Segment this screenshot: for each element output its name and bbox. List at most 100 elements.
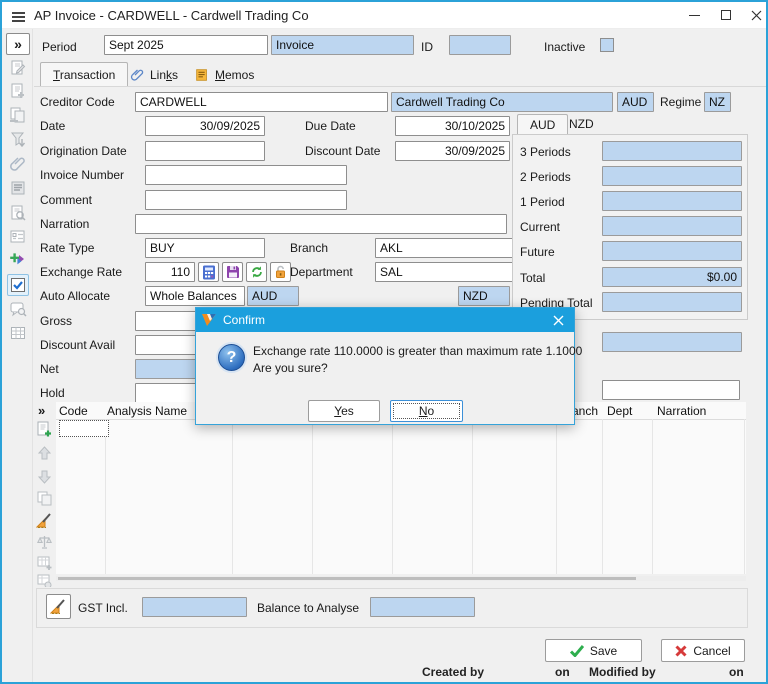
dialog-close-icon[interactable] (553, 315, 564, 326)
discount-date-label: Discount Date (305, 144, 381, 158)
periods-2-field (602, 166, 742, 186)
minimize-button[interactable] (680, 2, 708, 28)
origination-date-input[interactable] (145, 141, 265, 161)
analysis-grid[interactable]: Code Analysis Name Branch Dept Narration (56, 402, 746, 574)
department-input[interactable] (375, 262, 530, 282)
calculator-button[interactable] (198, 262, 219, 282)
due-date-label: Due Date (305, 119, 356, 133)
analyse-edit-icon (50, 599, 65, 614)
memo-icon[interactable] (9, 179, 27, 197)
grid-column-code[interactable]: Code (59, 404, 88, 418)
creditor-code-label: Creditor Code (40, 95, 115, 109)
discount-avail-nzd-field (602, 332, 742, 352)
arrow-down-icon (37, 470, 52, 484)
creditor-name-field: Cardwell Trading Co (391, 92, 613, 112)
date-label: Date (40, 119, 66, 133)
save-button[interactable]: Save (545, 639, 642, 662)
inactive-checkbox[interactable] (600, 38, 614, 52)
rate-type-label: Rate Type (40, 241, 95, 255)
periods-row-label: Current (520, 220, 561, 234)
tab-links[interactable]: Links (130, 65, 178, 85)
regime-label: Regime (660, 95, 702, 109)
yes-button-label: Yes (334, 404, 354, 418)
narration-input[interactable] (135, 214, 507, 234)
balance-scales-button[interactable] (36, 534, 53, 551)
add-table-button[interactable] (36, 555, 53, 572)
currency-field: AUD (617, 92, 654, 112)
tab-transaction[interactable]: Transaction (40, 62, 129, 87)
cancel-button[interactable]: Cancel (661, 639, 745, 662)
created-on-label: on (555, 665, 570, 679)
yes-button[interactable]: Yes (308, 400, 380, 422)
grid-column-analysis-name[interactable]: Analysis Name (107, 404, 187, 418)
copy-document-icon[interactable] (9, 106, 27, 124)
edit-document-icon[interactable] (9, 59, 27, 77)
title-bar: AP Invoice - CARDWELL - Cardwell Trading… (2, 2, 766, 29)
paperclip-icon[interactable] (9, 155, 27, 173)
sidebar-expand-button[interactable]: » (6, 33, 30, 55)
periods-tab-aud[interactable]: AUD (517, 114, 569, 135)
x-icon (675, 644, 687, 657)
grid-column-narration[interactable]: Narration (657, 404, 706, 418)
hold-label: Hold (40, 386, 65, 400)
maximize-button[interactable] (712, 2, 740, 28)
discount-date-input[interactable] (395, 141, 510, 161)
add-row-button[interactable] (36, 421, 53, 438)
auto-allocate-icon[interactable] (9, 251, 27, 269)
copy-row-button[interactable] (36, 490, 53, 507)
periods-1-field (602, 191, 742, 211)
question-icon: ? (218, 344, 245, 371)
save-rate-button[interactable] (222, 262, 243, 282)
window-title: AP Invoice - CARDWELL - Cardwell Trading… (34, 8, 309, 23)
exchange-rate-input[interactable] (145, 262, 195, 282)
sidebar-toolbar: » (2, 29, 33, 682)
rate-type-input[interactable] (145, 238, 265, 258)
grid-horizontal-scrollbar[interactable] (56, 576, 746, 581)
creditor-code-input[interactable] (135, 92, 388, 112)
filter-icon[interactable] (9, 130, 27, 148)
narration-label: Narration (40, 217, 90, 231)
add-document-icon[interactable] (9, 82, 27, 100)
move-up-button[interactable] (36, 445, 53, 462)
date-input[interactable] (145, 116, 265, 136)
grid-expand-button[interactable]: » (38, 403, 45, 418)
nzd-column-header: NZD (458, 286, 510, 306)
preview-document-icon[interactable] (9, 204, 27, 222)
close-button[interactable] (742, 2, 768, 28)
tab-transaction-label: Transaction (53, 68, 116, 82)
move-down-button[interactable] (36, 468, 53, 485)
grid-active-cell[interactable] (59, 420, 109, 437)
checkbox-check-icon (11, 278, 25, 292)
grid-view-icon[interactable] (9, 324, 27, 342)
auto-allocate-input[interactable] (145, 286, 245, 306)
due-date-input[interactable] (395, 116, 510, 136)
grid-column-dept[interactable]: Dept (607, 404, 632, 418)
arrow-up-icon (37, 446, 52, 460)
app-window: AP Invoice - CARDWELL - Cardwell Trading… (0, 0, 768, 684)
tab-memos[interactable]: Memos (194, 65, 254, 85)
confirm-mode-button[interactable] (7, 274, 29, 296)
periods-current-field (602, 216, 742, 236)
confirm-dialog-title-bar[interactable]: Confirm (196, 308, 574, 332)
comment-input[interactable] (145, 190, 347, 210)
close-icon (751, 10, 761, 20)
branch-label: Branch (290, 241, 329, 255)
lock-rate-button[interactable] (270, 262, 291, 282)
branch-input[interactable] (375, 238, 530, 258)
save-button-label: Save (589, 643, 618, 658)
department-label: Department (290, 265, 353, 279)
table-settings-button[interactable] (36, 573, 53, 587)
period-input[interactable] (104, 35, 268, 55)
search-comment-icon[interactable] (9, 300, 27, 318)
analyse-edit-button[interactable] (36, 512, 53, 529)
scrollbar-thumb[interactable] (58, 577, 636, 580)
no-button[interactable]: No (390, 400, 463, 422)
periods-tab-nzd[interactable]: NZD (569, 117, 594, 131)
refresh-rate-button[interactable] (246, 262, 267, 282)
gst-edit-button[interactable] (46, 594, 71, 619)
hold-nzd-input[interactable] (602, 380, 740, 400)
invoice-number-input[interactable] (145, 165, 347, 185)
menu-icon[interactable] (12, 10, 25, 24)
regime-field: NZ (704, 92, 731, 112)
checklist-icon[interactable] (9, 228, 27, 246)
